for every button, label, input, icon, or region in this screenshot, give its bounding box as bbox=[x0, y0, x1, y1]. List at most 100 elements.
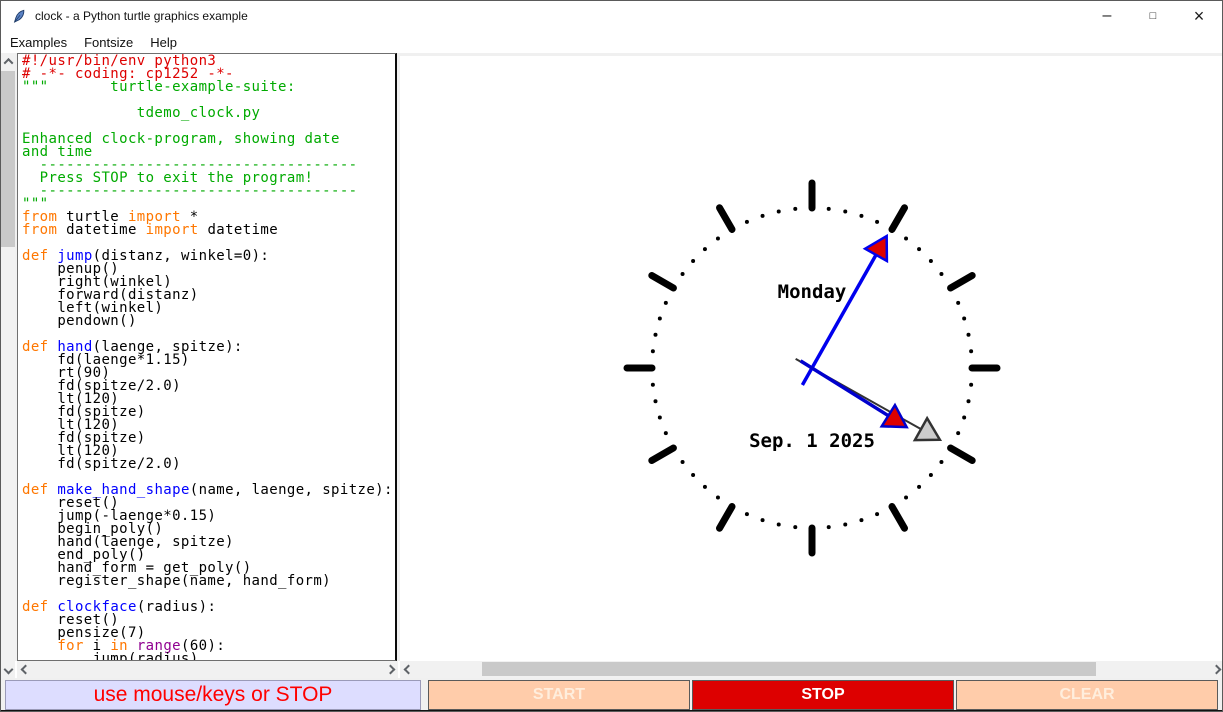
minute-dot bbox=[966, 399, 971, 404]
start-button: START bbox=[428, 680, 690, 710]
bottom-bar: use mouse/keys or STOP START STOP CLEAR bbox=[1, 678, 1222, 711]
minimize-button[interactable]: – bbox=[1084, 1, 1130, 31]
minute-dot bbox=[653, 332, 658, 337]
chevron-up-icon bbox=[3, 57, 13, 68]
minute-dot bbox=[917, 484, 922, 489]
chevron-left-icon bbox=[403, 664, 413, 675]
date-label: Sep. 1 2025 bbox=[749, 430, 875, 452]
app-window: clock - a Python turtle graphics example… bbox=[0, 0, 1223, 712]
minute-dot bbox=[760, 518, 765, 523]
minute-dot bbox=[826, 206, 831, 211]
main-area: #!/usr/bin/env python3 # -*- coding: cp12… bbox=[1, 53, 1222, 661]
minute-dot bbox=[680, 271, 685, 276]
chevron-down-icon bbox=[3, 664, 13, 675]
minute-dot bbox=[663, 431, 668, 436]
code-line: register_shape(name, hand_form) bbox=[22, 573, 332, 589]
scroll-down-button[interactable] bbox=[1, 661, 15, 678]
scroll-left-button[interactable] bbox=[17, 661, 33, 678]
menu-help[interactable]: Help bbox=[142, 35, 185, 50]
code-line: ------------------------------------ bbox=[22, 183, 358, 199]
minute-dot bbox=[939, 271, 944, 276]
turtle-canvas[interactable]: Monday Sep. 1 2025 bbox=[400, 56, 1222, 661]
minute-dot bbox=[702, 484, 707, 489]
maximize-button[interactable]: □ bbox=[1130, 1, 1176, 31]
hour-mark bbox=[888, 503, 908, 532]
minute-dot bbox=[691, 258, 696, 263]
menu-fontsize[interactable]: Fontsize bbox=[76, 35, 141, 50]
minute-dot bbox=[744, 512, 749, 517]
minute-dot bbox=[962, 415, 967, 420]
second-hand-head bbox=[912, 415, 943, 442]
minute-dot bbox=[760, 213, 765, 218]
minute-dot bbox=[715, 236, 720, 241]
window-title: clock - a Python turtle graphics example bbox=[35, 9, 248, 23]
minute-dot bbox=[776, 209, 781, 214]
minute-dot bbox=[650, 382, 655, 387]
hour-mark bbox=[648, 272, 677, 292]
minute-dot bbox=[793, 206, 798, 211]
minute-dot bbox=[928, 258, 933, 263]
minute-dot bbox=[875, 219, 880, 224]
minute-dot bbox=[956, 431, 961, 436]
hour-hand-shaft bbox=[799, 359, 890, 418]
scroll-left-button[interactable] bbox=[400, 661, 416, 678]
minute-dot bbox=[904, 495, 909, 500]
hour-mark bbox=[947, 272, 976, 292]
canvas-horizontal-scrollbar[interactable] bbox=[400, 661, 1222, 678]
minute-dot bbox=[650, 349, 655, 354]
hour-mark bbox=[648, 444, 677, 464]
close-button[interactable]: × bbox=[1176, 1, 1222, 31]
minute-dot bbox=[917, 247, 922, 252]
stop-button[interactable]: STOP bbox=[692, 680, 954, 710]
clear-button: CLEAR bbox=[956, 680, 1218, 710]
horizontal-scroll-thumb[interactable] bbox=[482, 662, 1096, 676]
minute-dot bbox=[859, 518, 864, 523]
minute-dot bbox=[776, 522, 781, 527]
minute-dot bbox=[962, 316, 967, 321]
code-line: """ turtle-example-suite: bbox=[22, 79, 296, 95]
menu-bar: Examples Fontsize Help bbox=[1, 31, 1222, 53]
hour-mark bbox=[947, 444, 976, 464]
chevron-right-icon bbox=[385, 664, 395, 675]
minute-dot bbox=[657, 415, 662, 420]
minute-dot bbox=[843, 522, 848, 527]
minute-dot bbox=[956, 300, 961, 305]
minute-dot bbox=[691, 473, 696, 478]
code-line: jump(radius) bbox=[22, 651, 199, 661]
chevron-right-icon bbox=[1211, 664, 1221, 675]
minute-dot bbox=[744, 219, 749, 224]
code-text: #!/usr/bin/env python3 # -*- coding: cp12… bbox=[22, 54, 395, 661]
code-line: tdemo_clock.py bbox=[22, 105, 261, 121]
minute-dot bbox=[653, 399, 658, 404]
hour-mark bbox=[888, 204, 908, 233]
minute-dot bbox=[702, 247, 707, 252]
minute-dot bbox=[793, 525, 798, 530]
scroll-right-button[interactable] bbox=[382, 661, 398, 678]
minute-dot bbox=[715, 495, 720, 500]
minute-dot bbox=[904, 236, 909, 241]
minute-dot bbox=[826, 525, 831, 530]
menu-examples[interactable]: Examples bbox=[2, 35, 75, 50]
vertical-scroll-thumb[interactable] bbox=[1, 71, 15, 247]
minute-dot bbox=[939, 460, 944, 465]
clock-svg: Monday Sep. 1 2025 bbox=[623, 179, 1001, 557]
day-label: Monday bbox=[778, 281, 847, 303]
hour-mark bbox=[716, 204, 736, 233]
python-feather-icon bbox=[13, 9, 25, 23]
minute-dot bbox=[663, 300, 668, 305]
minute-dot bbox=[657, 316, 662, 321]
minute-dot bbox=[680, 460, 685, 465]
minute-hand-shaft bbox=[800, 253, 878, 386]
minute-dot bbox=[969, 382, 974, 387]
title-bar: clock - a Python turtle graphics example… bbox=[1, 1, 1222, 31]
scroll-right-button[interactable] bbox=[1208, 661, 1222, 678]
code-editor[interactable]: #!/usr/bin/env python3 # -*- coding: cp12… bbox=[17, 53, 397, 661]
code-line: from datetime import datetime bbox=[22, 222, 279, 238]
minute-dot bbox=[843, 209, 848, 214]
minute-dot bbox=[875, 512, 880, 517]
editor-horizontal-scrollbar[interactable] bbox=[17, 661, 398, 678]
scroll-up-button[interactable] bbox=[1, 53, 15, 70]
minute-dot bbox=[928, 473, 933, 478]
editor-vertical-scrollbar[interactable] bbox=[1, 53, 15, 678]
chevron-left-icon bbox=[20, 664, 30, 675]
